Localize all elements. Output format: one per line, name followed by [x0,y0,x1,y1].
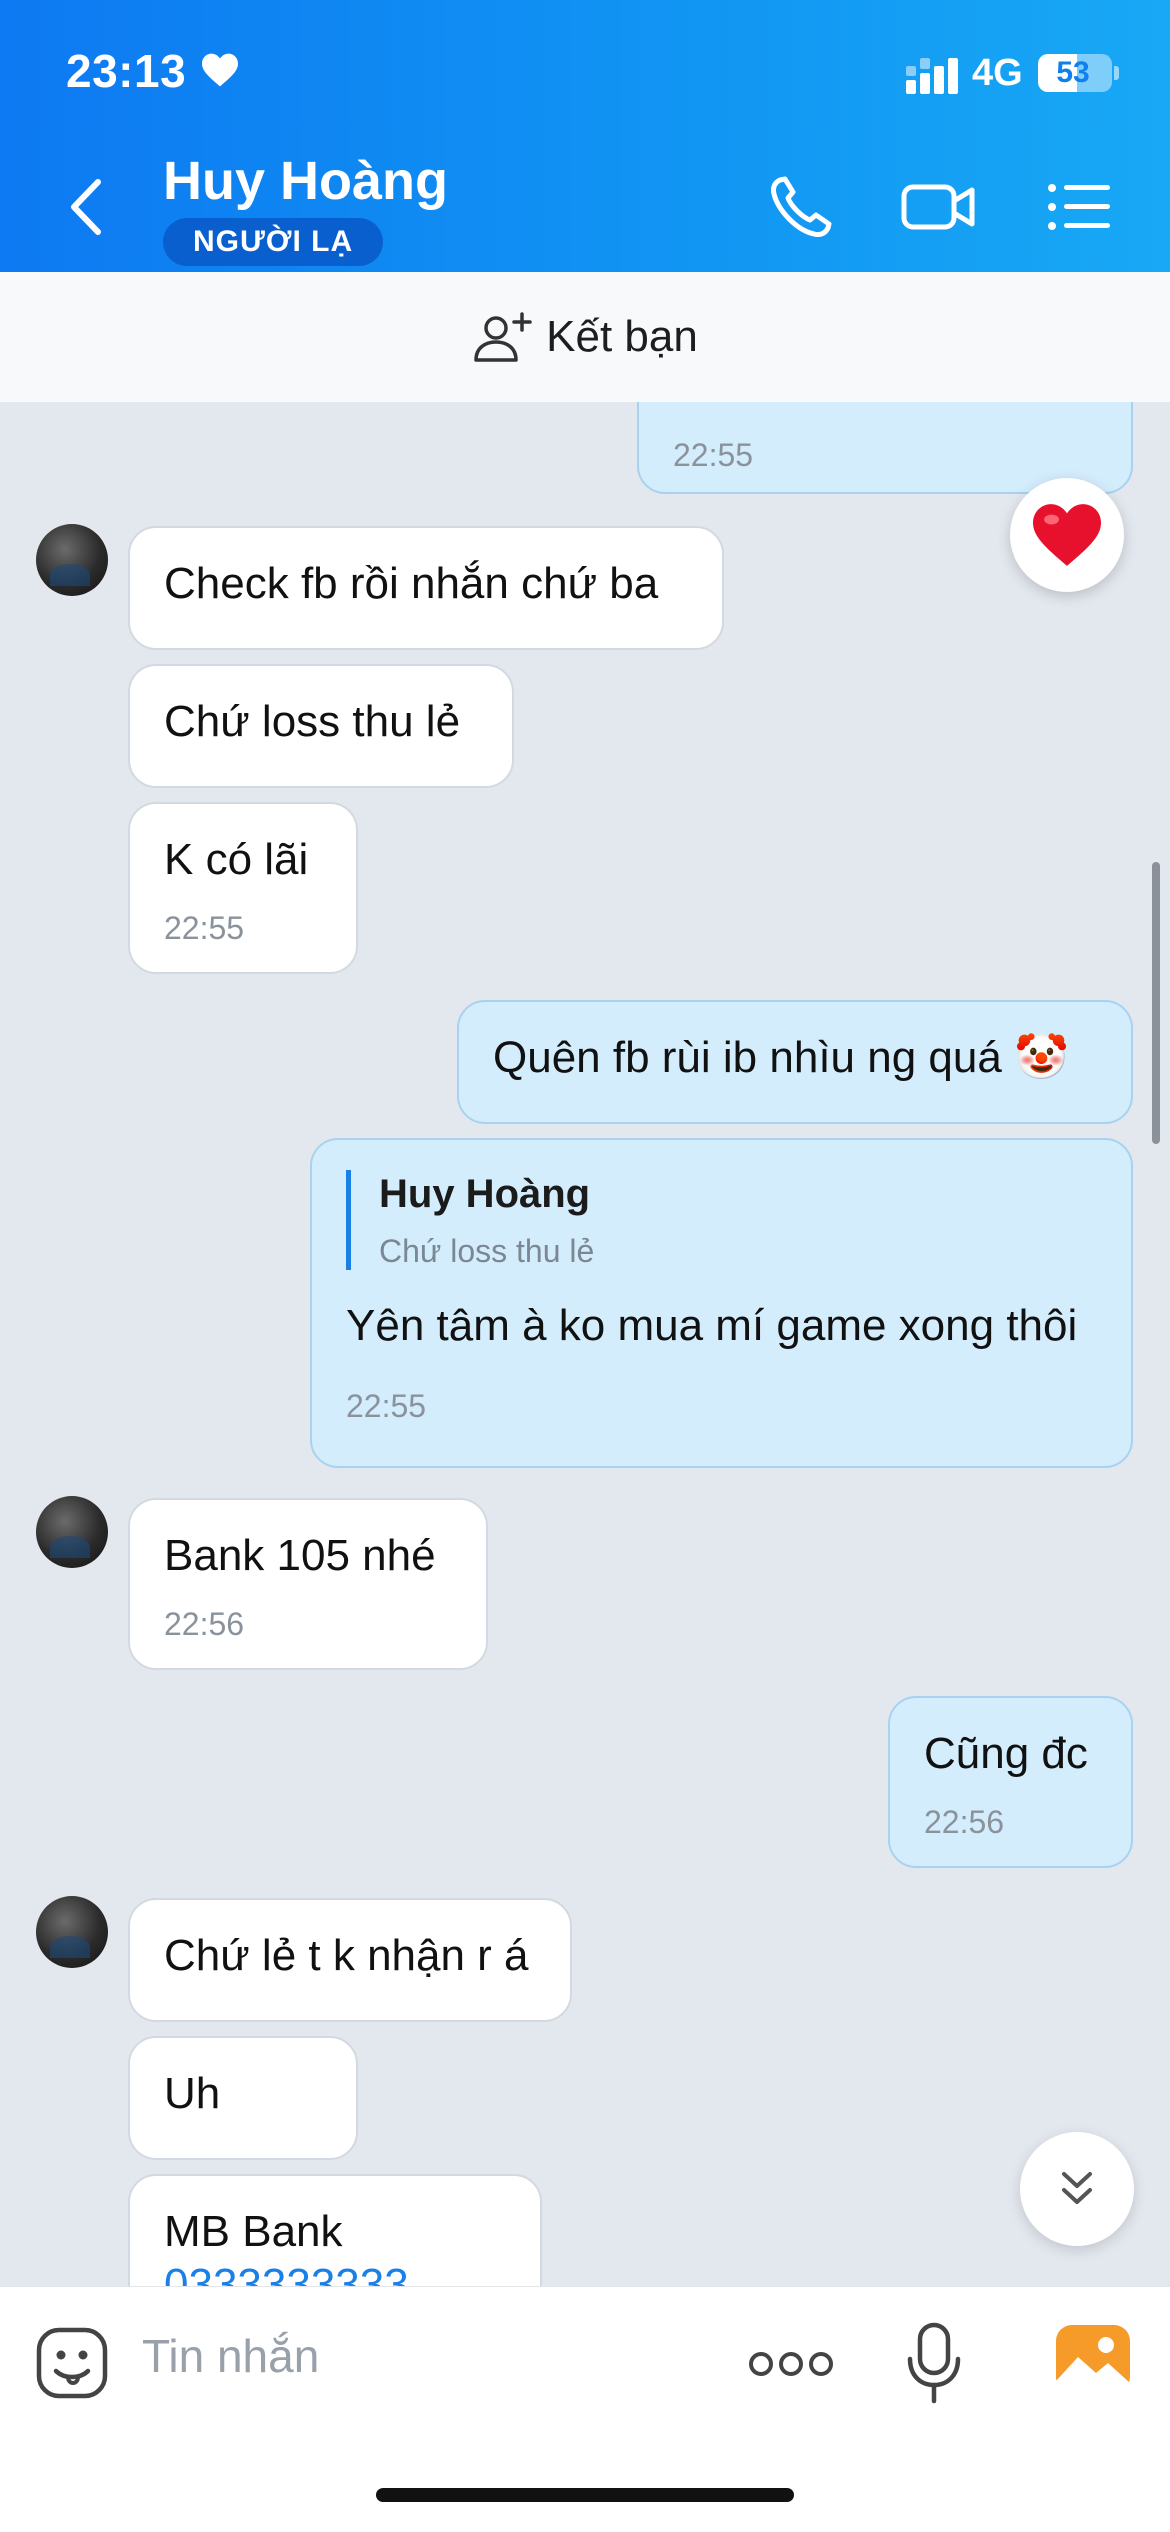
message-text: Yên tâm à ko mua mí game xong thôi [346,1301,1078,1351]
message-time: 22:56 [164,1605,245,1642]
message-text: Chứ lẻ t k nhận r á [164,1931,529,1980]
phone-icon[interactable] [766,172,836,242]
contact-name[interactable]: Huy Hoàng [163,150,448,212]
scroll-to-bottom-button[interactable] [1020,2132,1134,2246]
message-list[interactable]: 22:55 Check fb rồi nhắn chứ ba Chứ loss … [0,402,1170,2286]
microphone-icon[interactable] [904,2321,964,2405]
network-type: 4G [972,52,1023,94]
home-indicator[interactable] [376,2488,794,2502]
image-icon[interactable] [1054,2323,1132,2395]
avatar[interactable] [36,524,108,596]
quote-author: Huy Hoàng [379,1172,591,1216]
double-chevron-down-icon [1062,2172,1092,2204]
message-incoming[interactable]: Check fb rồi nhắn chứ ba [128,526,724,650]
stranger-badge: NGƯỜI LẠ [163,218,384,266]
add-friend-button[interactable]: Kết bạn [0,272,1170,402]
message-text: MB Bank [164,2207,343,2256]
chat-header: 23:13 4G 53 Huy Hoàng NGƯỜI LẠ [0,0,1170,272]
message-text: Quên fb rùi ib nhìu ng quá 🤡 [493,1033,1069,1082]
message-text: Cũng đc [924,1729,1088,1778]
avatar[interactable] [36,1496,108,1568]
message-time: 22:55 [673,437,754,473]
sticker-icon[interactable] [34,2325,110,2401]
message-outgoing[interactable]: Cũng đc 22:56 [888,1696,1133,1868]
message-outgoing[interactable]: Quên fb rùi ib nhìu ng quá 🤡 [457,1000,1133,1124]
heart-icon [202,53,238,87]
message-time: 22:56 [924,1803,1005,1840]
account-number-link[interactable]: 0333333333 [164,2260,409,2286]
menu-list-icon[interactable] [1046,172,1112,242]
message-incoming[interactable]: Chứ lẻ t k nhận r á [128,1898,572,2022]
avatar[interactable] [36,1896,108,1968]
scrollbar[interactable] [1152,862,1160,1144]
heart-reaction-icon[interactable] [1010,478,1124,592]
message-outgoing[interactable]: Huy Hoàng Chứ loss thu lẻ Yên tâm à ko m… [310,1138,1133,1468]
message-incoming[interactable]: Chứ loss thu lẻ [128,664,514,788]
message-text: K có lãi [164,835,309,884]
quoted-reply[interactable]: Huy Hoàng Chứ loss thu lẻ [346,1170,1097,1271]
message-incoming[interactable]: MB Bank 0333333333 [128,2174,542,2286]
battery-percent: 53 [1056,56,1090,89]
back-chevron-icon[interactable] [60,172,114,242]
message-text: Bank 105 nhé [164,1531,436,1580]
message-text: Chứ loss thu lẻ [164,697,461,746]
add-friend-label: Kết bạn [546,312,698,361]
video-call-icon[interactable] [900,172,978,242]
signal-icon [906,58,958,94]
more-icon[interactable] [748,2347,834,2381]
quote-text: Chứ loss thu lẻ [379,1233,595,1269]
message-input[interactable]: Tin nhắn [142,2329,319,2383]
heart-emoji-icon [1033,504,1101,566]
message-text: Uh [164,2069,221,2118]
battery-nub [1114,66,1119,80]
add-user-icon [474,312,532,362]
message-text: Check fb rồi nhắn chứ ba [164,559,659,608]
status-time: 23:13 [66,45,187,97]
message-incoming[interactable]: Uh [128,2036,358,2160]
message-incoming[interactable]: K có lãi 22:55 [128,802,358,974]
battery-icon: 53 [1038,54,1112,92]
message-time: 22:55 [346,1388,427,1425]
message-time: 22:55 [164,909,245,946]
message-incoming[interactable]: Bank 105 nhé 22:56 [128,1498,488,1670]
